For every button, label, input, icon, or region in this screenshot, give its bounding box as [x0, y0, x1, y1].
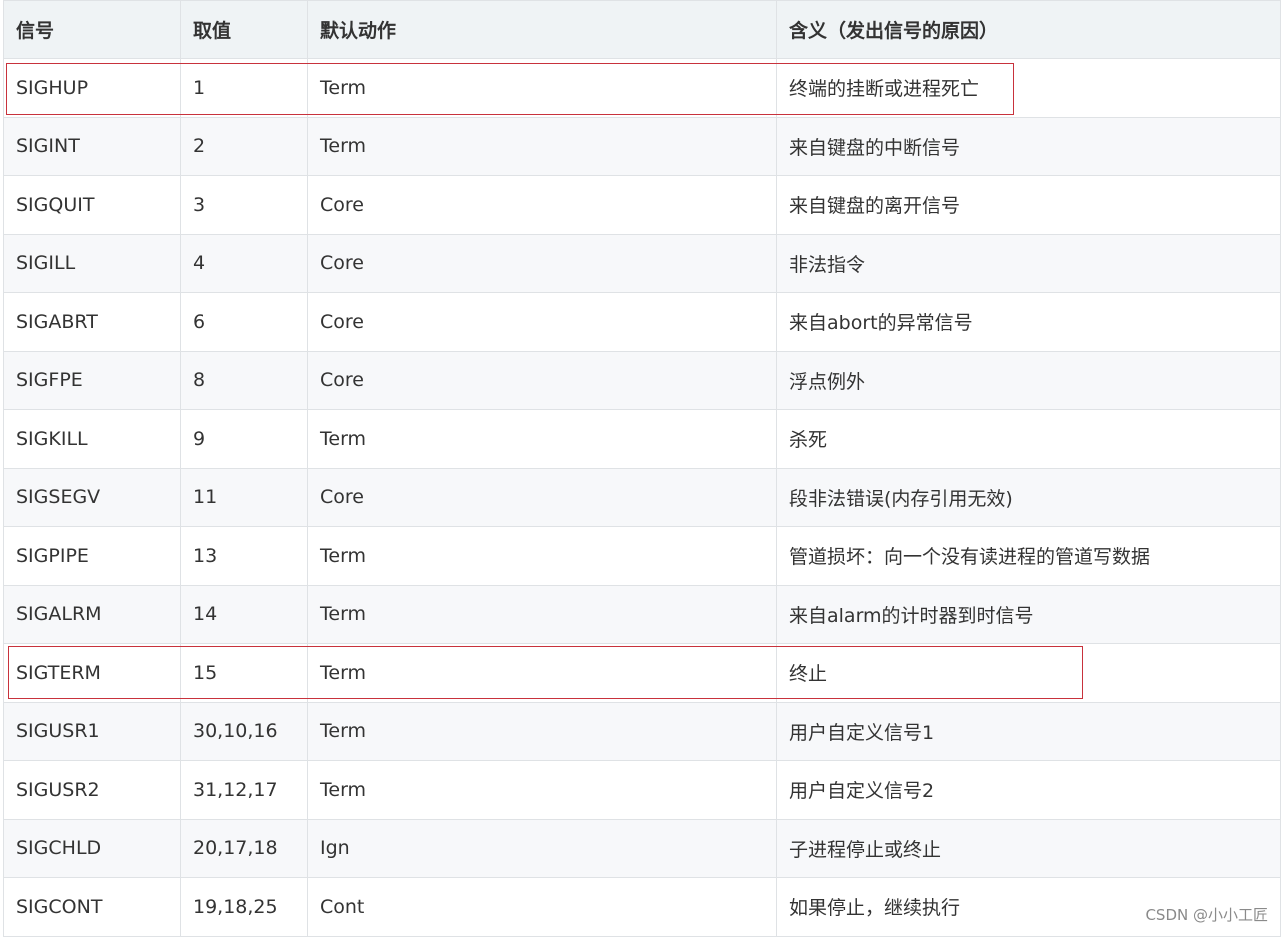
cell-signal: SIGSEGV — [3, 467, 181, 527]
cell-signal: SIGALRM — [3, 584, 181, 644]
cell-signal: SIGHUP — [3, 58, 181, 118]
cell-signal: SIGINT — [3, 116, 181, 176]
table-row: SIGKILL 9 Term 杀死 — [3, 409, 1281, 469]
header-value: 取值 — [180, 0, 308, 59]
watermark: CSDN @小小工匠 — [1145, 906, 1268, 924]
cell-meaning: 浮点例外 — [776, 350, 1281, 410]
table-row: SIGILL 4 Core 非法指令 — [3, 233, 1281, 293]
cell-action: Core — [307, 350, 777, 410]
table-row: SIGTERM 15 Term 终止 — [3, 643, 1281, 703]
cell-meaning: 来自alarm的计时器到时信号 — [776, 584, 1281, 644]
cell-signal: SIGILL — [3, 233, 181, 293]
cell-meaning: 非法指令 — [776, 233, 1281, 293]
cell-signal: SIGQUIT — [3, 175, 181, 235]
cell-meaning: 来自键盘的离开信号 — [776, 175, 1281, 235]
cell-signal: SIGCONT — [3, 877, 181, 937]
table-row: SIGINT 2 Term 来自键盘的中断信号 — [3, 116, 1281, 176]
cell-action: Core — [307, 233, 777, 293]
cell-value: 20,17,18 — [180, 818, 308, 878]
table-row: SIGQUIT 3 Core 来自键盘的离开信号 — [3, 175, 1281, 235]
cell-action: Term — [307, 584, 777, 644]
cell-meaning: 杀死 — [776, 409, 1281, 469]
table-row: SIGALRM 14 Term 来自alarm的计时器到时信号 — [3, 584, 1281, 644]
cell-action: Core — [307, 467, 777, 527]
table-header: 信号 取值 默认动作 含义（发出信号的原因） — [3, 0, 1281, 59]
cell-action: Term — [307, 409, 777, 469]
cell-meaning: 用户自定义信号2 — [776, 760, 1281, 820]
cell-value: 3 — [180, 175, 308, 235]
cell-meaning: 终止 — [776, 643, 1281, 703]
header-signal: 信号 — [3, 0, 181, 59]
cell-value: 15 — [180, 643, 308, 703]
cell-meaning: 子进程停止或终止 — [776, 818, 1281, 878]
cell-value: 19,18,25 — [180, 877, 308, 937]
table-row: SIGPIPE 13 Term 管道损坏：向一个没有读进程的管道写数据 — [3, 526, 1281, 586]
cell-value: 30,10,16 — [180, 701, 308, 761]
table-row: SIGABRT 6 Core 来自abort的异常信号 — [3, 292, 1281, 352]
cell-signal: SIGKILL — [3, 409, 181, 469]
table-row: SIGSEGV 11 Core 段非法错误(内存引用无效) — [3, 467, 1281, 527]
cell-signal: SIGPIPE — [3, 526, 181, 586]
cell-value: 6 — [180, 292, 308, 352]
cell-value: 9 — [180, 409, 308, 469]
cell-signal: SIGABRT — [3, 292, 181, 352]
table-row: SIGUSR1 30,10,16 Term 用户自定义信号1 — [3, 701, 1281, 761]
table-body: SIGHUP 1 Term 终端的挂断或进程死亡 SIGINT 2 Term 来… — [3, 58, 1281, 937]
table-row: SIGUSR2 31,12,17 Term 用户自定义信号2 — [3, 760, 1281, 820]
header-meaning: 含义（发出信号的原因） — [776, 0, 1281, 59]
cell-action: Term — [307, 643, 777, 703]
cell-signal: SIGCHLD — [3, 818, 181, 878]
table-row: SIGCHLD 20,17,18 Ign 子进程停止或终止 — [3, 818, 1281, 878]
cell-meaning: 段非法错误(内存引用无效) — [776, 467, 1281, 527]
cell-value: 14 — [180, 584, 308, 644]
cell-meaning: 管道损坏：向一个没有读进程的管道写数据 — [776, 526, 1281, 586]
signal-table: 信号 取值 默认动作 含义（发出信号的原因） SIGHUP 1 Term 终端的… — [3, 0, 1281, 937]
header-row: 信号 取值 默认动作 含义（发出信号的原因） — [3, 0, 1281, 59]
cell-value: 4 — [180, 233, 308, 293]
cell-value: 8 — [180, 350, 308, 410]
cell-meaning: 来自键盘的中断信号 — [776, 116, 1281, 176]
table-row: SIGHUP 1 Term 终端的挂断或进程死亡 — [3, 58, 1281, 118]
header-default-action: 默认动作 — [307, 0, 777, 59]
cell-signal: SIGUSR2 — [3, 760, 181, 820]
table-row: SIGFPE 8 Core 浮点例外 — [3, 350, 1281, 410]
cell-action: Core — [307, 175, 777, 235]
cell-value: 2 — [180, 116, 308, 176]
cell-signal: SIGUSR1 — [3, 701, 181, 761]
cell-meaning: 终端的挂断或进程死亡 — [776, 58, 1281, 118]
cell-action: Ign — [307, 818, 777, 878]
cell-value: 11 — [180, 467, 308, 527]
cell-action: Cont — [307, 877, 777, 937]
cell-value: 1 — [180, 58, 308, 118]
cell-action: Term — [307, 701, 777, 761]
cell-signal: SIGFPE — [3, 350, 181, 410]
cell-action: Core — [307, 292, 777, 352]
cell-value: 31,12,17 — [180, 760, 308, 820]
cell-value: 13 — [180, 526, 308, 586]
cell-action: Term — [307, 116, 777, 176]
cell-action: Term — [307, 526, 777, 586]
cell-action: Term — [307, 58, 777, 118]
cell-meaning: 用户自定义信号1 — [776, 701, 1281, 761]
cell-action: Term — [307, 760, 777, 820]
cell-signal: SIGTERM — [3, 643, 181, 703]
cell-meaning: 来自abort的异常信号 — [776, 292, 1281, 352]
table-row: SIGCONT 19,18,25 Cont 如果停止，继续执行 — [3, 877, 1281, 937]
